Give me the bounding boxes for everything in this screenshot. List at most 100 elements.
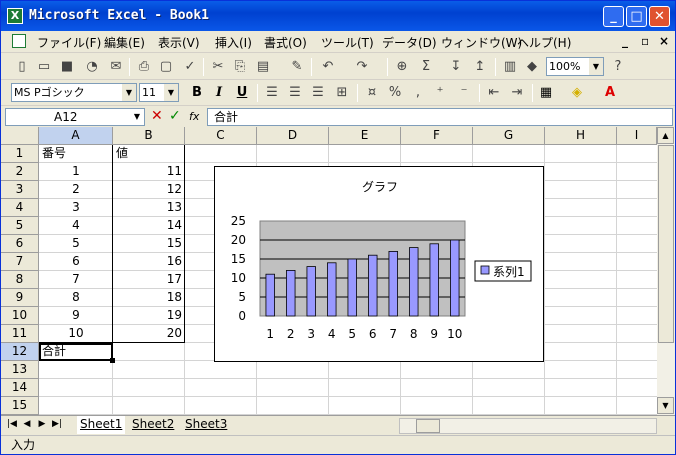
- cell-b1[interactable]: 値: [113, 145, 185, 163]
- horizontal-scrollbar[interactable]: [399, 418, 657, 434]
- cell-b2[interactable]: 11: [113, 163, 185, 181]
- font-color-icon[interactable]: A: [601, 84, 619, 102]
- italic-button[interactable]: I: [210, 84, 228, 102]
- menu-insert[interactable]: 挿入(I): [215, 34, 252, 51]
- close-button[interactable]: ✕: [649, 6, 670, 27]
- row-header-15[interactable]: 15: [1, 397, 39, 415]
- paste-icon[interactable]: ▤: [254, 58, 272, 76]
- cell-a4[interactable]: 3: [39, 199, 113, 217]
- undo-icon[interactable]: ↶: [319, 58, 337, 76]
- open-icon[interactable]: ▭: [35, 58, 53, 76]
- workbook-icon[interactable]: [12, 34, 26, 48]
- cell-b5[interactable]: 14: [113, 217, 185, 235]
- cell-a10[interactable]: 9: [39, 307, 113, 325]
- menu-help[interactable]: ヘルプ(H): [517, 34, 571, 51]
- minimize-button[interactable]: _: [603, 6, 624, 27]
- cell-b7[interactable]: 16: [113, 253, 185, 271]
- autosum-icon[interactable]: Σ: [417, 58, 435, 76]
- maximize-button[interactable]: □: [626, 6, 647, 27]
- sheet-tab-3[interactable]: Sheet3: [182, 416, 230, 434]
- row-header-9[interactable]: 9: [1, 289, 39, 307]
- chart-wizard-icon[interactable]: ▥: [501, 58, 519, 76]
- next-sheet-icon[interactable]: ▶: [36, 419, 48, 429]
- formula-input[interactable]: 合計: [207, 108, 673, 126]
- save-icon[interactable]: ■: [58, 58, 76, 76]
- title-bar[interactable]: X Microsoft Excel - Book1 _ □ ✕: [1, 1, 675, 31]
- row-header-13[interactable]: 13: [1, 361, 39, 379]
- align-left-icon[interactable]: ☰: [263, 84, 281, 102]
- row-header-10[interactable]: 10: [1, 307, 39, 325]
- menu-tools[interactable]: ツール(T): [321, 34, 374, 51]
- chevron-down-icon[interactable]: ▼: [589, 58, 603, 75]
- active-cell[interactable]: [39, 343, 115, 363]
- excel-icon[interactable]: X: [7, 8, 23, 24]
- embedded-chart[interactable]: グラフ 25 20 15 10 5 0 1 2 3 4 5 6 7 8 9 10 系列1: [214, 166, 544, 362]
- chevron-down-icon[interactable]: ▼: [130, 109, 144, 125]
- row-header-5[interactable]: 5: [1, 217, 39, 235]
- row-header-1[interactable]: 1: [1, 145, 39, 163]
- fill-color-icon[interactable]: ◈: [568, 84, 586, 102]
- column-header-d[interactable]: D: [257, 127, 329, 145]
- select-all-corner[interactable]: [1, 127, 39, 145]
- mail-icon[interactable]: ✉: [107, 58, 125, 76]
- chevron-down-icon[interactable]: ▼: [122, 84, 136, 101]
- vertical-scrollbar[interactable]: ▲ ▼: [657, 127, 675, 415]
- plot-area[interactable]: 25201510501 2 3 4 5 6 7 8 9 10: [231, 214, 466, 341]
- cell-b4[interactable]: 13: [113, 199, 185, 217]
- cell-a5[interactable]: 4: [39, 217, 113, 235]
- chart-legend[interactable]: 系列1: [474, 260, 532, 282]
- column-header-h[interactable]: H: [545, 127, 617, 145]
- menu-data[interactable]: データ(D): [382, 34, 437, 51]
- vertical-scroll-thumb[interactable]: [658, 145, 674, 343]
- drawing-icon[interactable]: ◆: [523, 58, 541, 76]
- increase-indent-icon[interactable]: ⇥: [508, 84, 526, 102]
- sheet-tab-2[interactable]: Sheet2: [129, 416, 177, 434]
- cell-a6[interactable]: 5: [39, 235, 113, 253]
- row-header-12[interactable]: 12: [1, 343, 39, 361]
- doc-restore-button[interactable]: ▫: [641, 34, 649, 48]
- align-center-icon[interactable]: ☰: [286, 84, 304, 102]
- increase-decimal-icon[interactable]: ⁺: [431, 84, 449, 102]
- cell-b10[interactable]: 19: [113, 307, 185, 325]
- sort-descending-icon[interactable]: ↥: [471, 58, 489, 76]
- underline-button[interactable]: U: [233, 84, 251, 102]
- hyperlink-icon[interactable]: ⊕: [393, 58, 411, 76]
- cell-a2[interactable]: 1: [39, 163, 113, 181]
- menu-format[interactable]: 書式(O): [264, 34, 307, 51]
- row-header-6[interactable]: 6: [1, 235, 39, 253]
- redo-icon[interactable]: ↷: [353, 58, 371, 76]
- print-preview-icon[interactable]: ▢: [157, 58, 175, 76]
- row-header-3[interactable]: 3: [1, 181, 39, 199]
- permission-icon[interactable]: ◔: [83, 58, 101, 76]
- cell-b9[interactable]: 18: [113, 289, 185, 307]
- cut-icon[interactable]: ✂: [209, 58, 227, 76]
- worksheet-grid[interactable]: ABCDEFGHI 1 2 3 4 5 6 7 8 9 10 11 12 13 14 15 番号値 1 2 3 4 5…: [1, 127, 657, 415]
- enter-button[interactable]: ✓: [169, 108, 181, 124]
- percent-icon[interactable]: %: [386, 84, 404, 102]
- scroll-down-icon[interactable]: ▼: [657, 397, 674, 414]
- copy-icon[interactable]: ⎘: [231, 58, 249, 76]
- align-right-icon[interactable]: ☰: [309, 84, 327, 102]
- merge-center-icon[interactable]: ⊞: [333, 84, 351, 102]
- menu-edit[interactable]: 編集(E): [104, 34, 145, 51]
- column-header-g[interactable]: G: [473, 127, 545, 145]
- doc-close-button[interactable]: ×: [659, 34, 669, 48]
- row-header-2[interactable]: 2: [1, 163, 39, 181]
- cell-b11[interactable]: 20: [113, 325, 185, 343]
- menu-file[interactable]: ファイル(F): [37, 34, 101, 51]
- column-header-f[interactable]: F: [401, 127, 473, 145]
- fill-handle[interactable]: [110, 358, 115, 363]
- bold-button[interactable]: B: [188, 84, 206, 102]
- cancel-button[interactable]: ✕: [151, 108, 163, 124]
- row-header-14[interactable]: 14: [1, 379, 39, 397]
- font-name-select[interactable]: MS Pゴシック ▼: [11, 83, 137, 102]
- row-header-8[interactable]: 8: [1, 271, 39, 289]
- row-header-7[interactable]: 7: [1, 253, 39, 271]
- decrease-indent-icon[interactable]: ⇤: [485, 84, 503, 102]
- last-sheet-icon[interactable]: ▶|: [51, 419, 63, 429]
- doc-minimize-button[interactable]: _: [622, 34, 628, 48]
- cell-a1[interactable]: 番号: [39, 145, 113, 163]
- cell-b6[interactable]: 15: [113, 235, 185, 253]
- scroll-up-icon[interactable]: ▲: [657, 127, 674, 144]
- comma-icon[interactable]: ,: [409, 84, 427, 102]
